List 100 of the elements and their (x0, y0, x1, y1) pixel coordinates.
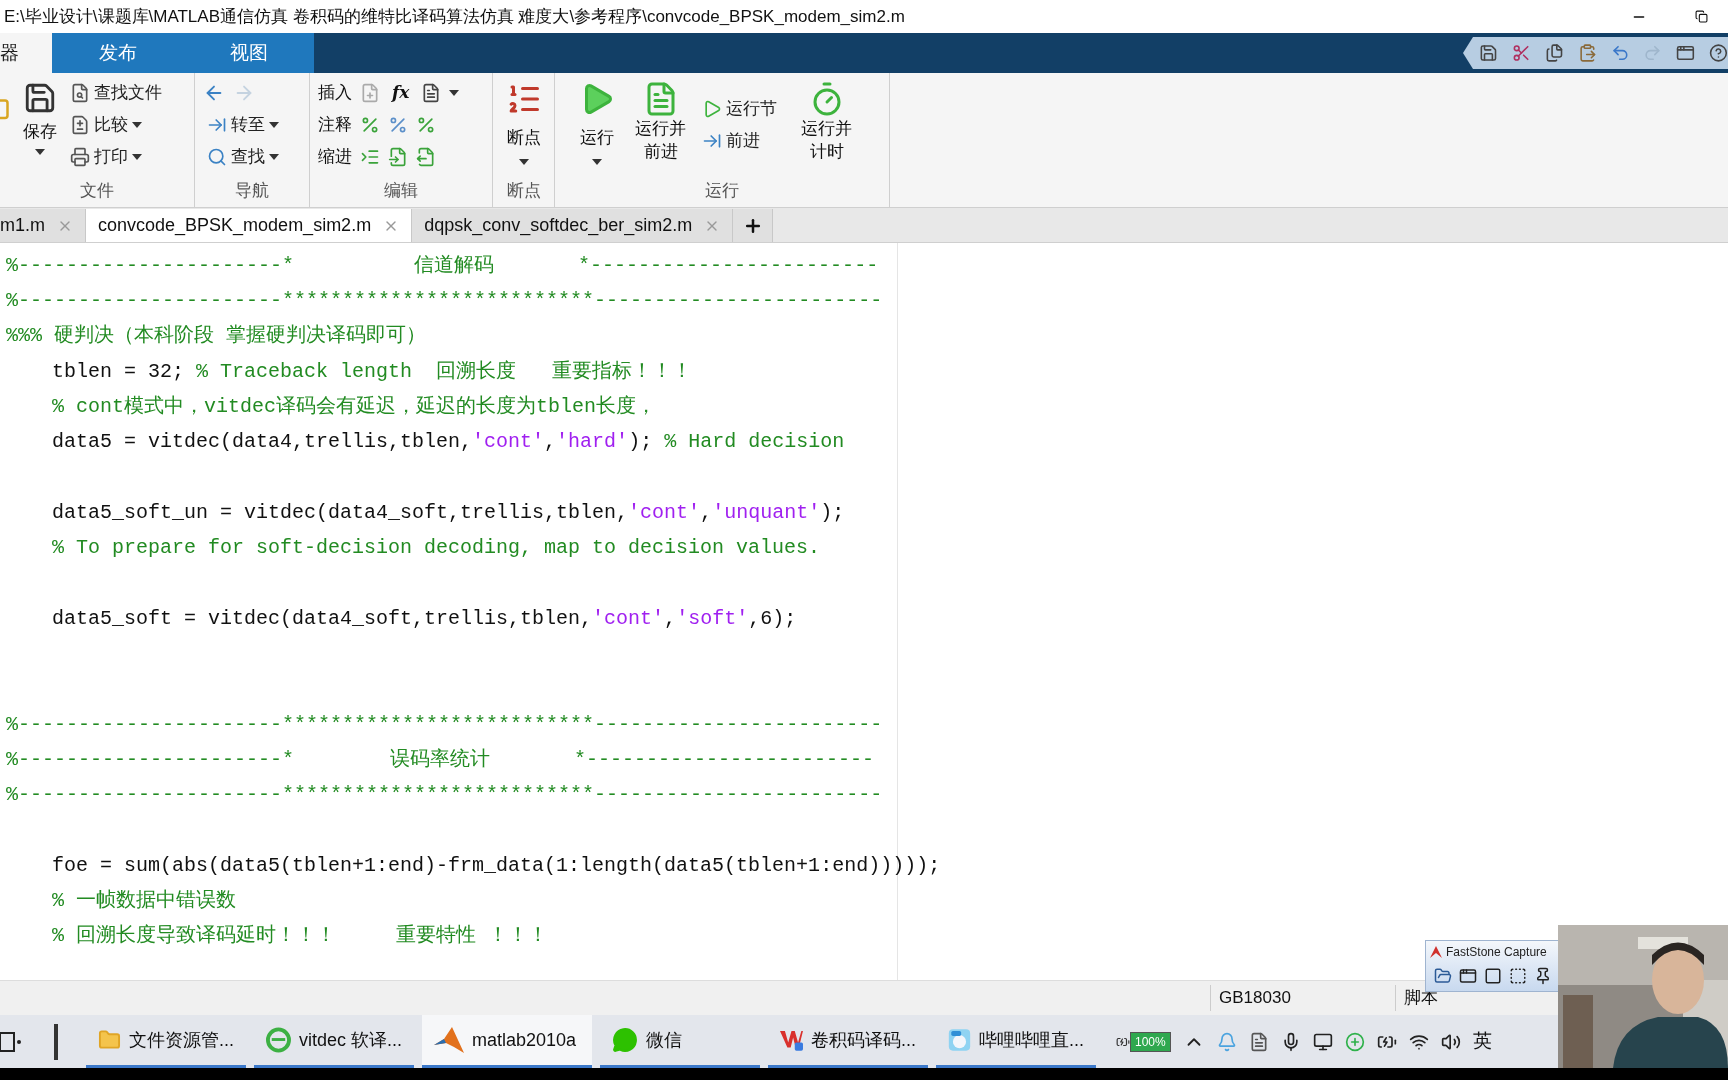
ribbon-tab[interactable]: 发布 (52, 33, 183, 73)
code-text: data5_soft_un = vitdec(data4_soft,trellis,tblen, (52, 499, 629, 526)
cut-icon[interactable] (1511, 43, 1531, 63)
run-and-advance-button[interactable]: 运行并 前进 (635, 81, 686, 163)
wrap-comment-icon[interactable] (416, 115, 436, 135)
caret-icon (132, 122, 142, 128)
code-comment: %----------------------**************************------------------------ (6, 287, 883, 314)
arrow-to-line-icon (702, 131, 722, 151)
editor-tab[interactable]: dqpsk_conv_softdec_ber_sim2.m (412, 209, 734, 242)
volume-icon[interactable] (1440, 1031, 1461, 1052)
print-button[interactable]: 打印 (66, 141, 166, 173)
run-and-time-button[interactable]: 运行并 计时 (801, 81, 852, 163)
function-file-icon[interactable] (421, 83, 442, 103)
play-icon (702, 99, 722, 119)
indent-label: 缩进 (318, 146, 352, 169)
code-comment: % cont模式中，vitdec译码会有延迟，延迟的长度为tblen长度， (52, 393, 657, 420)
caret-icon (269, 154, 279, 160)
folder-icon[interactable] (1434, 967, 1452, 985)
group-label: 编辑 (384, 182, 418, 199)
search-icon (207, 147, 227, 167)
restore-button[interactable] (1695, 10, 1708, 23)
code-comment: %----------------------* 信道解码 *------------------------ (6, 252, 879, 279)
run-section-button[interactable]: 运行节 (698, 93, 781, 125)
code-comment: % Hard decision (664, 429, 845, 456)
caret-icon (35, 148, 45, 155)
code-comment: %----------------------**************************------------------------ (6, 711, 883, 738)
group-label: 导航 (235, 182, 269, 199)
group-label: 运行 (705, 182, 739, 199)
logo-icon (1430, 946, 1442, 958)
code-comment: %----------------------* 误码率统计 *------------------------ (6, 746, 875, 773)
find-button[interactable]: 查找 (203, 141, 309, 173)
ribbon-tab[interactable]: 视图 (183, 33, 314, 73)
run-button[interactable]: 运行 (579, 81, 615, 165)
region-icon[interactable] (1509, 967, 1527, 985)
undo-icon[interactable] (1610, 43, 1630, 63)
editor-tab[interactable]: m1.m (0, 209, 86, 242)
window-icon[interactable] (1676, 43, 1696, 63)
code-text: ,6); (748, 605, 797, 632)
file-compare-icon (70, 115, 90, 135)
decrease-indent-icon[interactable] (416, 147, 436, 167)
go-to-button[interactable]: 转至 (203, 109, 309, 141)
caret-icon (269, 122, 279, 128)
code-comment: % 一帧数据中错误数 (52, 888, 236, 914)
percent-icon[interactable] (360, 115, 380, 135)
insert-label: 插入 (318, 82, 352, 105)
mascot-icon (948, 1026, 971, 1054)
code-comment: %%% 硬判决（本科阶段 掌握硬判决译码即可） (6, 323, 426, 350)
string-literal: 'cont' (628, 499, 701, 526)
ribbon-tab[interactable]: 器 (0, 33, 52, 73)
string-literal: 'hard' (556, 429, 629, 456)
code-comment: %----------------------**************************------------------------ (6, 782, 883, 809)
code-text: ); (628, 429, 654, 456)
help-icon[interactable] (1709, 43, 1728, 63)
string-literal: 'cont' (592, 605, 665, 632)
printer-icon (70, 147, 90, 167)
code-text: tblen = 32; (52, 358, 186, 385)
indent-icon[interactable] (360, 147, 380, 167)
encoding-status: GB18030 (1210, 985, 1395, 1011)
code-text: , (544, 429, 557, 456)
new-tab-button[interactable] (733, 209, 774, 242)
caret-icon (518, 158, 529, 165)
chat-icon (612, 1027, 638, 1053)
copy-icon[interactable] (1544, 43, 1564, 63)
code-text: foe = sum(abs(data5(tblen+1:end)-frm_data(1:length(data5(tblen+1:end))))); (52, 852, 941, 879)
browser-icon (266, 1027, 291, 1053)
caret-icon (592, 158, 602, 165)
find-files-button[interactable]: 查找文件 (66, 77, 166, 109)
compare-button[interactable]: 比较 (66, 109, 166, 141)
pin-icon[interactable] (1534, 967, 1552, 985)
advance-button[interactable]: 前进 (698, 125, 781, 157)
code-text: data5 = vitdec(data4,trellis,tblen, (52, 429, 473, 456)
peak-icon (434, 1027, 464, 1053)
group-label: 断点 (506, 182, 541, 199)
paste-icon[interactable] (1577, 43, 1597, 63)
editor-tab[interactable]: convcode_BPSK_modem_sim2.m (86, 209, 413, 242)
code-text: , (700, 499, 713, 526)
group-label: 文件 (80, 182, 114, 199)
string-literal: 'soft' (676, 605, 749, 632)
breakpoints-button[interactable]: 断点 (505, 81, 542, 165)
code-comment: % Traceback length 回溯长度 重要指标！！！ (196, 358, 693, 385)
increase-indent-icon[interactable] (388, 147, 408, 167)
square-icon[interactable] (1484, 967, 1502, 985)
screen-icon[interactable] (1312, 1031, 1333, 1052)
file-search-icon (70, 83, 90, 103)
comment-label: 注释 (318, 114, 352, 137)
arrow-to-line-icon (207, 115, 227, 135)
caret-icon (132, 154, 142, 160)
capture-toolbar-title: FastStone Capture (1446, 944, 1547, 961)
string-literal: 'cont' (472, 429, 545, 456)
function-button[interactable]: fx (388, 80, 414, 106)
taskbar-app[interactable]: matlab2010a (422, 1015, 592, 1068)
window-icon[interactable] (1459, 967, 1477, 985)
save-icon[interactable] (1479, 43, 1498, 63)
input-method[interactable]: 英 (1472, 1027, 1492, 1056)
uncomment-icon[interactable] (388, 115, 408, 135)
code-comment: % 回溯长度导致译码延时！！！ 重要特性 ！！！ (52, 923, 548, 950)
code-text: , (664, 605, 677, 632)
save-button[interactable]: 保存 (18, 81, 62, 155)
code-comment: % To prepare for soft-decision decoding, map to decision values. (52, 535, 821, 561)
caret-icon (449, 90, 460, 96)
